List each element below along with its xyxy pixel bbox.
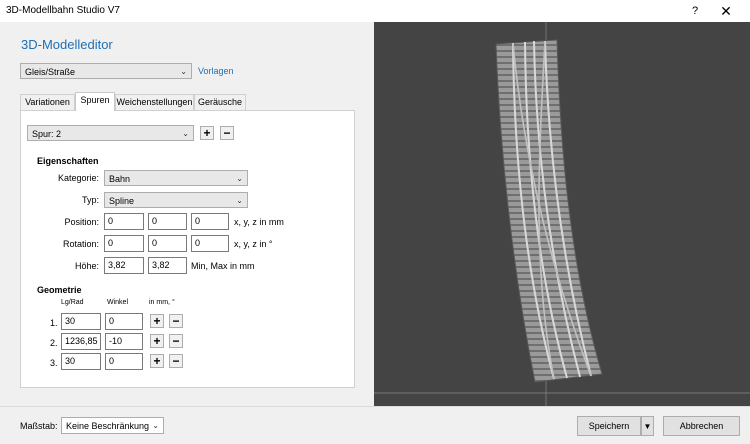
chevron-down-icon: ⌄ [236,196,243,205]
geo-row-3-add-button[interactable]: + [150,354,164,368]
hoehe-unit: Min, Max in mm [191,261,255,271]
window-title: 3D-Modellbahn Studio V7 [6,5,120,16]
bottom-bar: Maßstab: Keine Beschränkung ⌄ Speichern … [0,406,750,444]
chevron-down-icon: ⌄ [180,67,187,76]
geo-row-2-number: 2. [50,338,58,348]
geo-row-1-number: 1. [50,318,58,328]
geo-row-3-number: 3. [50,358,58,368]
massstab-label: Maßstab: [20,421,58,431]
kategorie-label: Kategorie: [57,173,99,183]
chevron-down-icon: ⌄ [236,174,243,183]
position-label: Position: [64,217,99,227]
spuren-panel: Spur: 2 ⌄ + − Eigenschaften Kategorie: B… [20,110,355,388]
position-x-field[interactable]: 0 [104,213,144,230]
massstab-select[interactable]: Keine Beschränkung ⌄ [61,417,164,434]
position-y-field[interactable]: 0 [148,213,187,230]
geo-row-2-lg-field[interactable]: 1236,85 [61,333,101,350]
geo-row-1-lg-field[interactable]: 30 [61,313,101,330]
tab-weichenstellungen[interactable]: Weichenstellungen [115,94,194,110]
eigenschaften-heading: Eigenschaften [37,156,99,166]
track-preview [374,22,750,406]
title-bar: 3D-Modellbahn Studio V7 ? ✕ [0,0,750,22]
geo-row-2-winkel-field[interactable]: -10 [105,333,143,350]
model-type-select[interactable]: Gleis/Straße ⌄ [20,63,192,79]
save-dropdown-button[interactable]: ▼ [641,416,654,436]
col-winkel-header: Winkel [107,299,129,306]
vorlagen-link[interactable]: Vorlagen [198,66,234,76]
tab-variationen[interactable]: Variationen [20,94,75,110]
geo-row-3-winkel-field[interactable]: 0 [105,353,143,370]
tab-geraeusche[interactable]: Geräusche [194,94,246,110]
geo-row-2-remove-button[interactable]: − [169,334,183,348]
position-unit: x, y, z in mm [234,217,284,227]
hoehe-max-field[interactable]: 3,82 [148,257,187,274]
geo-row-3-lg-field[interactable]: 30 [61,353,101,370]
position-z-field[interactable]: 0 [191,213,229,230]
typ-select[interactable]: Spline ⌄ [104,192,248,208]
hoehe-min-field[interactable]: 3,82 [104,257,144,274]
rotation-x-field[interactable]: 0 [104,235,144,252]
cancel-button[interactable]: Abbrechen [663,416,740,436]
geo-row-1-winkel-field[interactable]: 0 [105,313,143,330]
spur-value: Spur: 2 [32,129,62,139]
geo-row-3-remove-button[interactable]: − [169,354,183,368]
geometrie-heading: Geometrie [37,285,82,295]
geo-row-1-remove-button[interactable]: − [169,314,183,328]
editor-heading: 3D-Modelleditor [21,37,113,52]
kategorie-select[interactable]: Bahn ⌄ [104,170,248,186]
model-type-value: Gleis/Straße [25,67,76,77]
hoehe-label: Höhe: [74,261,99,271]
rotation-z-field[interactable]: 0 [191,235,229,252]
close-button[interactable]: ✕ [712,2,740,20]
typ-label: Typ: [81,195,99,205]
track-bed [495,39,603,383]
col-lg-header: Lg/Rad [61,299,84,306]
col-unit-header: in mm, ° [149,299,175,306]
add-spur-button[interactable]: + [200,126,214,140]
tab-spuren[interactable]: Spuren [75,92,115,111]
geo-row-1-add-button[interactable]: + [150,314,164,328]
chevron-down-icon: ⌄ [152,421,159,430]
remove-spur-button[interactable]: − [220,126,234,140]
geo-row-2-add-button[interactable]: + [150,334,164,348]
rotation-y-field[interactable]: 0 [148,235,187,252]
chevron-down-icon: ⌄ [182,129,189,138]
save-button[interactable]: Speichern [577,416,641,436]
spur-select[interactable]: Spur: 2 ⌄ [27,125,194,141]
rotation-unit: x, y, z in ° [234,239,273,249]
rotation-label: Rotation: [62,239,99,249]
massstab-value: Keine Beschränkung [66,421,150,431]
typ-value: Spline [109,196,135,206]
help-button[interactable]: ? [684,2,706,20]
kategorie-value: Bahn [109,174,131,184]
editor-pane: 3D-Modelleditor Gleis/Straße ⌄ Vorlagen … [0,22,374,406]
3d-viewport[interactable] [374,22,750,406]
chevron-down-icon: ▼ [643,422,652,431]
